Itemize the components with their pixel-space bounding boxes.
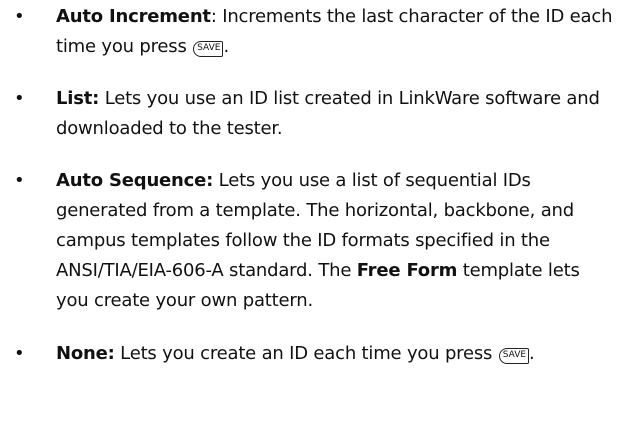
item-title: Auto Sequence: bbox=[56, 170, 214, 191]
item-title: List: bbox=[56, 88, 100, 109]
item-title: Auto Increment bbox=[56, 6, 211, 27]
bullet: • bbox=[14, 170, 25, 191]
bullet: • bbox=[14, 6, 25, 27]
save-key-icon: SAVE bbox=[498, 348, 530, 364]
item-title: None: bbox=[56, 343, 115, 364]
item-description: Lets you create an ID each time you pres… bbox=[114, 343, 498, 364]
bullet: • bbox=[14, 343, 25, 364]
item-text: None: Lets you create an ID each time yo… bbox=[56, 339, 616, 369]
item-text: Auto Sequence: Lets you use a list of se… bbox=[56, 166, 616, 316]
item-text: List: Lets you use an ID list created in… bbox=[56, 84, 616, 144]
item-title-free-form: Free Form bbox=[356, 260, 458, 281]
bullet: • bbox=[14, 88, 25, 109]
item-description-end: . bbox=[223, 36, 230, 57]
item-text: Auto Increment: Increments the last char… bbox=[56, 2, 616, 62]
save-key-icon: SAVE bbox=[193, 41, 224, 57]
item-description: Lets you use an ID list created in LinkW… bbox=[56, 88, 600, 139]
document-page: • Auto Increment: Increments the last ch… bbox=[0, 0, 626, 427]
item-description-end: . bbox=[529, 343, 535, 364]
